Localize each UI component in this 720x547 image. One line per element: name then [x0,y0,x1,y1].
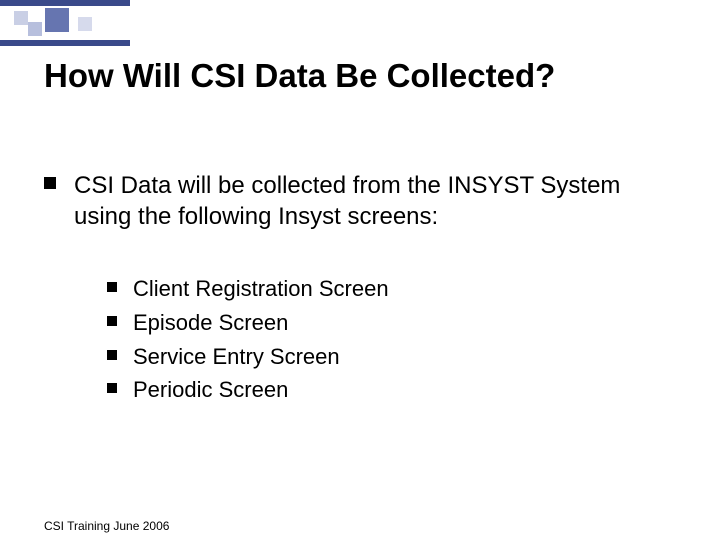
square-bullet-icon [107,282,117,292]
square-bullet-icon [44,177,56,189]
intro-text: CSI Data will be collected from the INSY… [74,170,670,232]
slide-content: CSI Data will be collected from the INSY… [44,170,670,409]
list-item-label: Service Entry Screen [133,342,340,372]
sub-list: Client Registration Screen Episode Scree… [107,274,670,405]
list-item-label: Client Registration Screen [133,274,389,304]
list-item: Client Registration Screen [107,274,670,304]
list-item-label: Periodic Screen [133,375,288,405]
list-item: Service Entry Screen [107,342,670,372]
list-item: Periodic Screen [107,375,670,405]
square-bullet-icon [107,350,117,360]
corner-decoration [0,0,130,46]
square-bullet-icon [107,383,117,393]
square-bullet-icon [107,316,117,326]
list-item-label: Episode Screen [133,308,288,338]
footer-text: CSI Training June 2006 [44,519,169,533]
list-item: Episode Screen [107,308,670,338]
slide-title: How Will CSI Data Be Collected? [44,56,690,96]
intro-item: CSI Data will be collected from the INSY… [44,170,670,232]
